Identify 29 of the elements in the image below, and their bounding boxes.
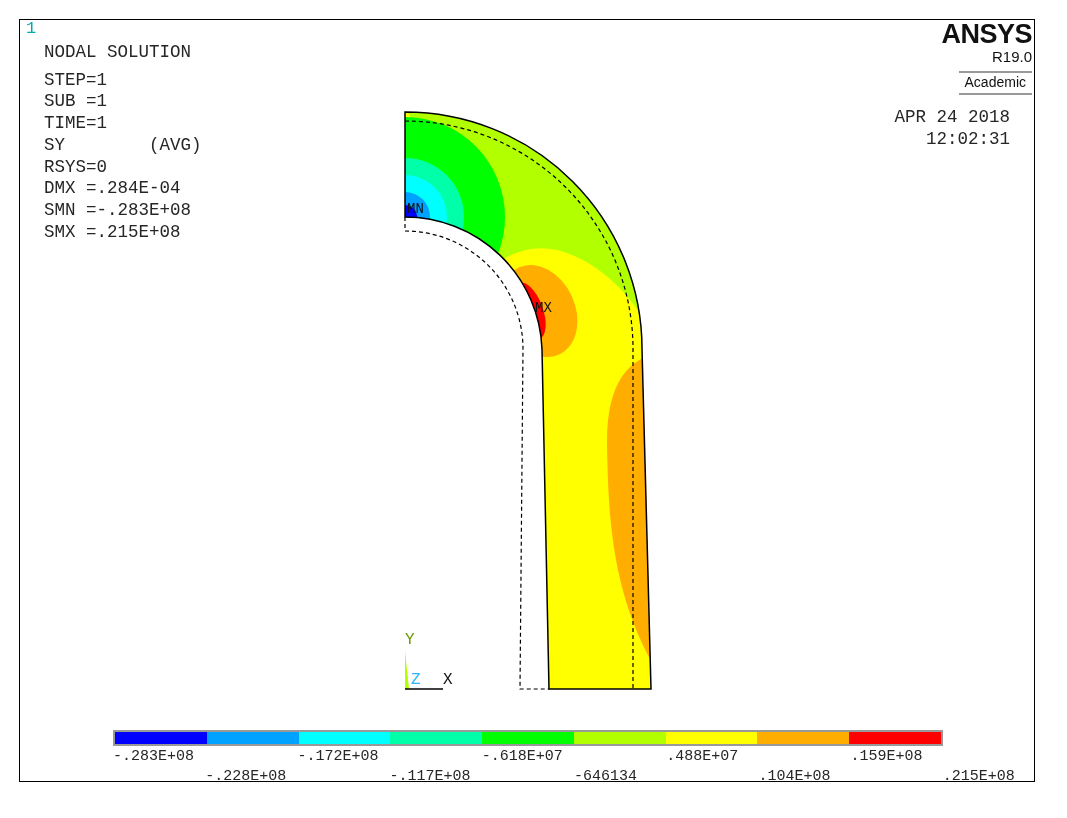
info-line: SMX =.215E+08 [44, 221, 182, 244]
info-line: SY (AVG) [44, 134, 202, 157]
date-label: APR 24 2018 [894, 106, 1010, 128]
plot-number: 1 [26, 20, 37, 37]
legend-value: -646134 [574, 769, 637, 784]
info-line: SUB =1 [44, 91, 108, 114]
y-axis-label: Y [405, 631, 415, 649]
legend-value: -.172E+08 [297, 749, 379, 764]
legend-value: .488E+07 [666, 749, 739, 764]
info-line: RSYS=0 [44, 156, 108, 179]
legend-value: -.283E+08 [113, 749, 194, 764]
x-axis-line [404, 688, 444, 690]
z-axis-label: Z [411, 671, 421, 689]
info-line: DMX =.284E-04 [44, 178, 182, 200]
legend-value: .215E+08 [942, 769, 1015, 784]
logo-text: ANSYS [941, 20, 1032, 49]
legend-value: .159E+08 [850, 749, 923, 764]
legend-value: -.117E+08 [389, 769, 471, 784]
legend-value: -.618E+07 [481, 749, 563, 764]
legend-value: -.228E+08 [205, 769, 287, 784]
x-axis-label: X [443, 671, 453, 689]
info-line: STEP=1 [44, 69, 108, 92]
info-line: TIME=1 [44, 113, 108, 135]
time-label: 12:02:31 [925, 128, 1010, 150]
legend-value: .104E+08 [758, 769, 831, 784]
plot-title: NODAL SOLUTION [44, 42, 193, 64]
release-label: R19.0 [991, 48, 1032, 67]
info-line: SMN =-.283E+08 [44, 199, 193, 222]
edition-label: Academic [958, 71, 1032, 96]
